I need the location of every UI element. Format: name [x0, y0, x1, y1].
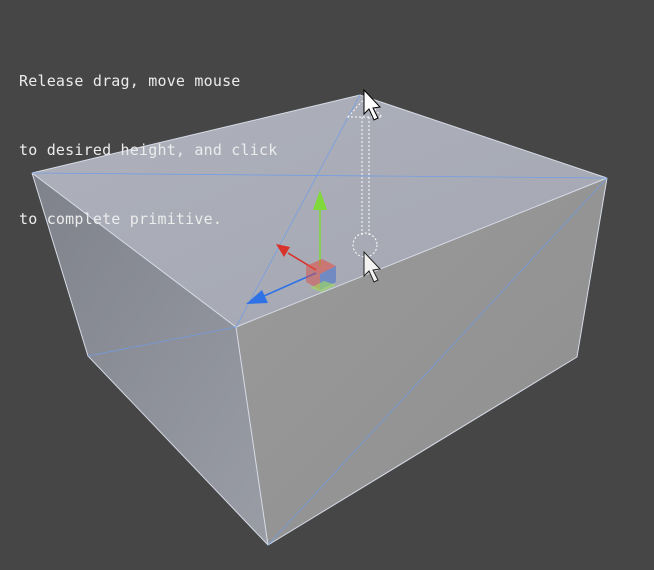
- instruction-line: to desired height, and click: [19, 141, 278, 159]
- instruction-line: to complete primitive.: [19, 210, 223, 228]
- instruction-line: Release drag, move mouse: [19, 72, 241, 90]
- 3d-viewport[interactable]: Release drag, move mouse to desired heig…: [0, 0, 654, 570]
- instruction-overlay: Release drag, move mouse to desired heig…: [19, 24, 277, 277]
